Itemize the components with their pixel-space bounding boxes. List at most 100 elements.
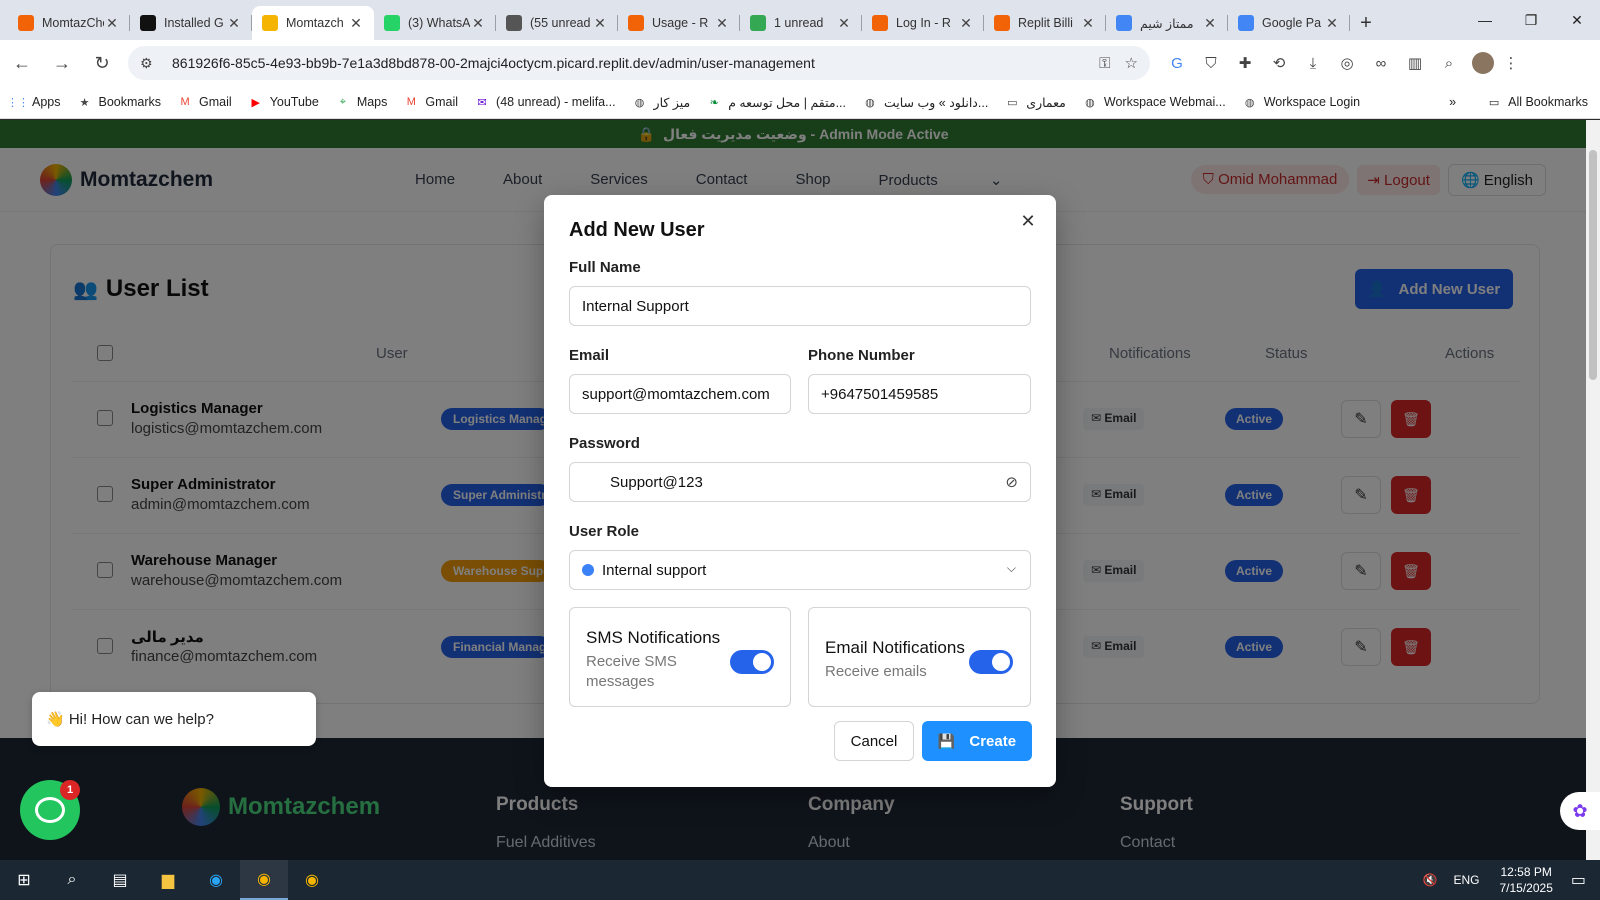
close-tab-icon[interactable]: ✕ xyxy=(592,15,608,32)
github-icon xyxy=(140,15,156,31)
all-bookmarks[interactable]: ▭ All Bookmarks xyxy=(1486,95,1588,109)
menu-dots-icon[interactable]: ⋮ xyxy=(1494,46,1528,80)
shield-icon[interactable]: ⛉ xyxy=(1194,46,1228,80)
close-icon[interactable]: ✕ xyxy=(1016,209,1040,233)
clock[interactable]: 12:58 PM 7/15/2025 xyxy=(1499,864,1552,896)
browser-tab[interactable]: Installed G ✕ xyxy=(130,6,252,40)
minimize-icon[interactable]: — xyxy=(1462,0,1508,40)
close-tab-icon[interactable]: ✕ xyxy=(714,15,730,32)
browser-tab[interactable]: (3) WhatsA ✕ xyxy=(374,6,496,40)
site-info-icon[interactable]: ⚙ xyxy=(140,55,160,72)
full-name-value: Internal Support xyxy=(582,297,689,315)
user-role-select[interactable]: Internal support ⌵ xyxy=(569,550,1031,590)
chrome-icon-2[interactable]: ◉ xyxy=(288,860,336,900)
close-tab-icon[interactable]: ✕ xyxy=(836,15,852,32)
close-tab-icon[interactable]: ✕ xyxy=(958,15,974,32)
bookmark-item[interactable]: M Gmail xyxy=(403,95,458,109)
eye-off-icon[interactable]: ⊘ xyxy=(1005,473,1018,491)
create-button[interactable]: 💾 Create xyxy=(922,721,1032,761)
system-tray: 🔇 ENG 12:58 PM 7/15/2025 ▭ xyxy=(1423,864,1600,896)
leaf-icon xyxy=(750,15,766,31)
browser-tab[interactable]: Momtazch ✕ xyxy=(252,6,374,40)
browser-tab[interactable]: Google Pa ✕ xyxy=(1228,6,1350,40)
bookmark-item[interactable]: ◍ Workspace Login xyxy=(1242,95,1360,109)
side-panel-icon[interactable]: ▥ xyxy=(1398,46,1432,80)
bookmark-star-icon[interactable]: ☆ xyxy=(1125,54,1138,72)
input-language[interactable]: ENG xyxy=(1453,873,1479,887)
full-name-field[interactable]: Internal Support xyxy=(569,286,1031,326)
task-view-icon[interactable]: ▤ xyxy=(96,860,144,900)
browser-tab[interactable]: 1 unread ✕ xyxy=(740,6,862,40)
bookmark-item[interactable]: ❧ متقم | محل توسعه م... xyxy=(706,95,846,110)
new-tab-button[interactable]: + xyxy=(1350,6,1382,40)
address-bar[interactable]: ⚙ 861926f6-85c5-4e93-bb9b-7e1a3d8bd878-0… xyxy=(128,46,1150,80)
email-field[interactable]: support@momtazchem.com xyxy=(569,374,791,414)
bookmark-item[interactable]: ⋮⋮ Apps xyxy=(7,95,61,109)
bookmark-item[interactable]: ◍ دانلود » وب سایت... xyxy=(862,95,988,110)
extensions-area: G ⛉ ✚ ⟲ ⤓ ◎ ∞ ▥ ⌕ ⋮ xyxy=(1160,46,1528,80)
bookmark-item[interactable]: M Gmail xyxy=(177,95,232,109)
page-scrollbar[interactable] xyxy=(1586,120,1600,860)
puzzle-icon[interactable]: ✚ xyxy=(1228,46,1262,80)
password-field[interactable]: Support@123 ⊘ xyxy=(569,462,1031,502)
screenshot-icon[interactable]: ◎ xyxy=(1330,46,1364,80)
bookmark-item[interactable]: ✉ (48 unread) - melifa... xyxy=(474,95,615,109)
phone-field[interactable]: +9647501459585 xyxy=(808,374,1031,414)
bookmark-label: YouTube xyxy=(269,95,319,109)
browser-tab[interactable]: Log In - R ✕ xyxy=(862,6,984,40)
bookmark-label: Gmail xyxy=(199,95,232,109)
close-tab-icon[interactable]: ✕ xyxy=(1324,15,1340,32)
phone-label: Phone Number xyxy=(808,347,915,364)
bookmark-item[interactable]: ◍ Workspace Webmai... xyxy=(1082,95,1226,109)
search-tab-icon[interactable]: ⌕ xyxy=(1432,46,1466,80)
close-window-icon[interactable]: ✕ xyxy=(1554,0,1600,40)
back-icon[interactable]: ← xyxy=(4,45,40,81)
browser-tab[interactable]: MomtazChem✕ xyxy=(8,6,130,40)
cancel-button[interactable]: Cancel xyxy=(834,721,914,761)
download-icon[interactable]: ⤓ xyxy=(1296,46,1330,80)
chrome-icon[interactable]: ◉ xyxy=(240,860,288,900)
close-tab-icon[interactable]: ✕ xyxy=(1202,15,1218,32)
email-toggle[interactable] xyxy=(969,650,1013,674)
sms-notifications-title: SMS Notifications xyxy=(586,628,721,647)
tab-title: ممتاز شیم xyxy=(1140,16,1194,31)
close-tab-icon[interactable]: ✕ xyxy=(104,15,120,32)
file-explorer-icon[interactable]: ▆ xyxy=(144,860,192,900)
close-tab-icon[interactable]: ✕ xyxy=(226,15,242,32)
bookmark-item[interactable]: ▶ YouTube xyxy=(248,95,319,109)
replit-icon xyxy=(872,15,888,31)
reload-icon[interactable]: ↻ xyxy=(84,45,120,81)
browser-tab[interactable]: (55 unread ✕ xyxy=(496,6,618,40)
sms-toggle[interactable] xyxy=(730,650,774,674)
bookmark-item[interactable]: ◍ میز کار xyxy=(632,95,690,110)
bookmark-item[interactable]: ▭ معماری xyxy=(1004,95,1066,110)
profile-avatar[interactable] xyxy=(1472,52,1494,74)
restore-icon[interactable]: ❐ xyxy=(1508,0,1554,40)
more-bookmarks-icon[interactable]: » xyxy=(1449,95,1456,109)
close-tab-icon[interactable]: ✕ xyxy=(470,15,486,32)
bookmark-item[interactable]: ⌖ Maps xyxy=(335,95,388,109)
scrollbar-thumb[interactable] xyxy=(1589,150,1597,380)
search-icon[interactable]: ⌕ xyxy=(48,860,96,900)
start-windows-icon[interactable]: ⊞ xyxy=(0,860,48,900)
site-icon: ❧ xyxy=(709,96,719,109)
close-tab-icon[interactable]: ✕ xyxy=(1080,15,1096,32)
history-icon[interactable]: ⟲ xyxy=(1262,46,1296,80)
bookmark-item[interactable]: ★ Bookmarks xyxy=(77,95,161,109)
side-extension-icon[interactable]: ✿ xyxy=(1560,792,1600,830)
close-tab-icon[interactable]: ✕ xyxy=(348,15,364,32)
globe-icon: ◍ xyxy=(865,96,875,109)
browser-tab[interactable]: ممتاز شیم ✕ xyxy=(1106,6,1228,40)
password-key-icon[interactable]: ⚿ xyxy=(1099,55,1110,72)
browser-tab[interactable]: Replit Billi ✕ xyxy=(984,6,1106,40)
edge-icon[interactable]: ◉ xyxy=(192,860,240,900)
bookmarks-right: » ▭ All Bookmarks xyxy=(1449,95,1588,109)
link-icon[interactable]: ∞ xyxy=(1364,46,1398,80)
translate-icon[interactable]: G xyxy=(1160,46,1194,80)
forward-icon[interactable]: → xyxy=(44,45,80,81)
volume-muted-icon[interactable]: 🔇 xyxy=(1423,873,1438,887)
email-notifications-desc: Receive emails xyxy=(825,663,927,680)
browser-tab[interactable]: Usage - R ✕ xyxy=(618,6,740,40)
url-text: 861926f6-85c5-4e93-bb9b-7e1a3d8bd878-00-… xyxy=(172,55,815,71)
notifications-icon[interactable]: ▭ xyxy=(1571,870,1586,890)
